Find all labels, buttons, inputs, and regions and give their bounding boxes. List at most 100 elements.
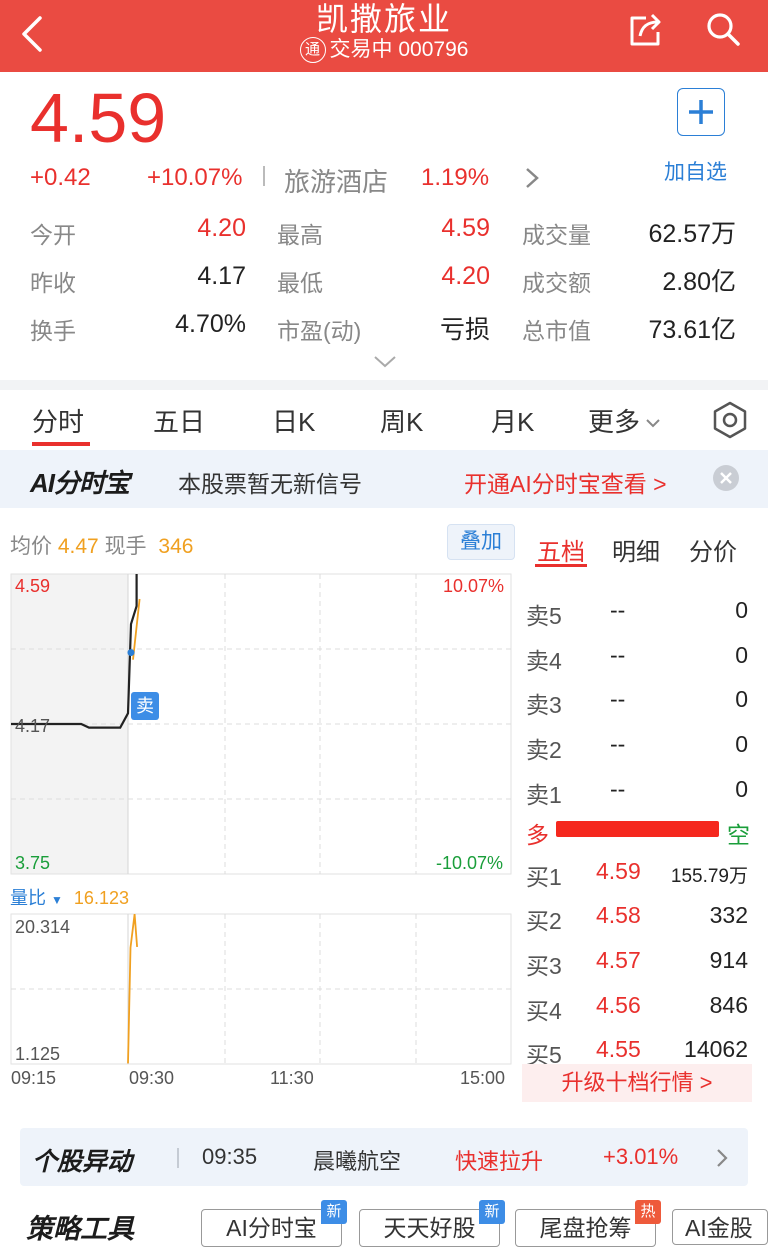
chip-ai-fenshibao[interactable]: AI分时宝新 [201, 1200, 347, 1247]
y-label-high: 4.59 [15, 576, 51, 596]
level-label: 卖5 [526, 603, 562, 629]
x-label: 15:00 [460, 1068, 506, 1088]
stat-value: 4.20 [197, 214, 246, 242]
level-label: 卖3 [526, 692, 562, 718]
vol-y-low: 1.125 [15, 1044, 61, 1064]
chip-label: 尾盘抢筹 [539, 1215, 632, 1241]
level-volume: 0 [735, 597, 748, 623]
level-label: 买4 [526, 998, 562, 1024]
sell-row: 卖1 -- 0 [522, 776, 748, 816]
close-icon[interactable] [712, 464, 740, 492]
tab-monthly-k[interactable]: 月K [491, 402, 534, 439]
level-volume: 14062 [684, 1036, 748, 1062]
stat-label: 成交额 [522, 270, 591, 296]
current-price: 4.59 [30, 79, 167, 157]
level-volume: 0 [735, 642, 748, 668]
y-label-low: 3.75 [15, 853, 51, 873]
sector-name[interactable]: 旅游酒店 [284, 162, 388, 199]
movement-time: 09:35 [202, 1144, 258, 1169]
settings-icon[interactable] [710, 400, 750, 440]
stat-value: 73.61亿 [648, 316, 736, 344]
level-label: 买1 [526, 864, 562, 890]
tab-price-dist[interactable]: 分价 [689, 532, 737, 567]
level-price: -- [610, 642, 626, 668]
level-price: 4.58 [596, 902, 641, 928]
level-label: 买3 [526, 953, 562, 979]
add-watch-label[interactable]: 加自选 [664, 156, 727, 186]
level-price: -- [610, 686, 626, 712]
avg-label: 均价 [10, 535, 52, 558]
chevron-right-icon[interactable] [522, 165, 542, 191]
sell-row: 卖3 -- 0 [522, 686, 748, 726]
volume-ratio-header[interactable]: 量比 ▼ 16.123 [10, 884, 129, 910]
vol-y-high: 20.314 [15, 917, 71, 937]
chart-info: 均价 4.47 现手 346 [10, 530, 193, 560]
stat-value: 亏损 [439, 316, 490, 344]
chip-label: 天天好股 [383, 1215, 476, 1241]
movement-stock: 晨曦航空 [313, 1149, 402, 1174]
level-volume: 914 [709, 947, 748, 973]
active-tab-indicator [32, 442, 90, 446]
bull-label: 多 [526, 822, 549, 848]
stat-value: 2.80亿 [662, 268, 736, 296]
sell-signal-marker[interactable]: 卖 [131, 692, 159, 720]
volume-ratio-chart[interactable] [0, 910, 516, 1068]
share-icon[interactable] [626, 10, 666, 50]
chip-ai-jingu[interactable]: AI金股 [672, 1209, 768, 1245]
price-point [127, 649, 135, 657]
section-divider [0, 380, 768, 390]
movement-bar[interactable]: 个股异动 09:35 晨曦航空 快速拉升 +3.01% [20, 1128, 748, 1186]
level-label: 卖1 [526, 782, 562, 808]
tab-five-levels[interactable]: 五档 [537, 532, 585, 567]
stat-label: 市盈(动) [277, 318, 362, 344]
expand-chevron-icon[interactable] [372, 354, 398, 370]
x-label: 09:15 [11, 1068, 57, 1088]
stat-label: 最高 [277, 222, 323, 248]
sell-row: 卖4 -- 0 [522, 642, 748, 682]
stat-label: 总市值 [522, 318, 591, 344]
stat-label: 今开 [30, 222, 76, 248]
level-volume: 155.79万 [670, 866, 748, 887]
search-icon[interactable] [704, 10, 744, 50]
tab-five-day[interactable]: 五日 [153, 402, 205, 439]
buy-row: 买3 4.57 914 [522, 947, 748, 987]
movement-logo: 个股异动 [32, 1148, 133, 1176]
x-label: 09:30 [129, 1068, 175, 1088]
tab-intraday[interactable]: 分时 [32, 402, 84, 439]
tong-badge: 通 [299, 37, 326, 64]
status-text: 交易中 000796 [329, 38, 469, 61]
triangle-down-icon: ▼ [51, 893, 63, 907]
level-label: 卖2 [526, 737, 562, 763]
tab-daily-k[interactable]: 日K [272, 402, 315, 439]
tab-weekly-k[interactable]: 周K [380, 402, 423, 439]
add-watch-button[interactable] [677, 88, 725, 136]
tab-more[interactable]: 更多 [588, 402, 662, 439]
hot-badge: 热 [635, 1200, 661, 1224]
chip-weipan-qiangchou[interactable]: 尾盘抢筹热 [515, 1200, 661, 1247]
y-label-ref: 4.17 [15, 716, 51, 736]
new-badge: 新 [321, 1200, 347, 1224]
stat-value: 4.70% [175, 310, 246, 338]
stat-value: 4.20 [441, 262, 490, 290]
bear-label: 空 [727, 822, 750, 848]
overlay-button[interactable]: 叠加 [447, 524, 515, 560]
tab-details[interactable]: 明细 [612, 532, 660, 567]
chip-tiantian-haogu[interactable]: 天天好股新 [359, 1200, 505, 1247]
avg-value: 4.47 [57, 535, 99, 558]
stat-label: 最低 [277, 270, 323, 296]
sell-row: 卖2 -- 0 [522, 731, 748, 771]
ai-link[interactable]: 开通AI分时宝查看 > [464, 465, 667, 499]
upgrade-button[interactable]: 升级十档行情 > [522, 1064, 752, 1102]
sell-row: 卖5 -- 0 [522, 597, 748, 637]
stat-label: 成交量 [522, 222, 591, 248]
level-volume: 0 [735, 686, 748, 712]
price-chart[interactable] [0, 570, 516, 880]
ai-banner[interactable]: AI分时宝 本股票暂无新信号 开通AI分时宝查看 > [0, 450, 768, 508]
level-price: 4.57 [596, 947, 641, 973]
tab-more-label: 更多 [588, 407, 641, 437]
y-label-pct-low: -10.07% [436, 853, 504, 873]
level-volume: 332 [709, 902, 748, 928]
now-label: 现手 [104, 535, 147, 558]
chip-label: AI金股 [685, 1215, 753, 1241]
price-change: +0.42 [30, 164, 91, 191]
